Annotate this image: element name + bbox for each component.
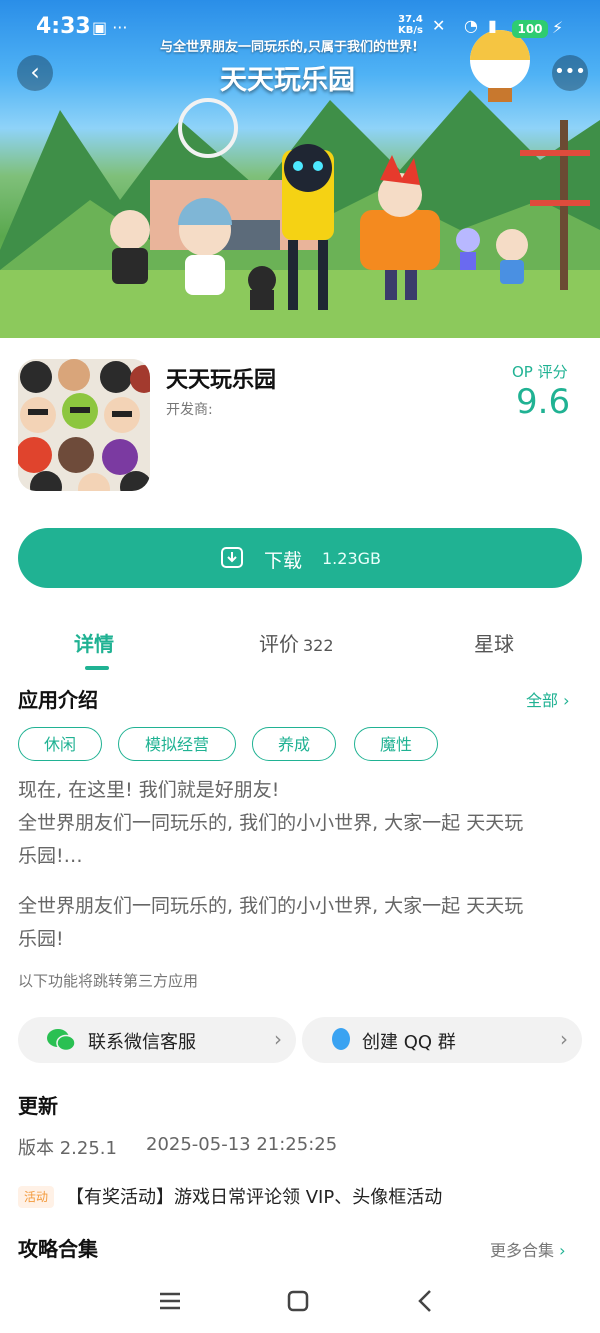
intro-title: 应用介绍 [18, 688, 98, 712]
version-number: 版本 2.25.1 [18, 1138, 117, 1159]
network-speed: 37.4 KB/s [398, 14, 423, 36]
tab-reviews[interactable]: 评价 322 [259, 628, 334, 657]
tab-planet[interactable]: 星球 [474, 628, 514, 657]
home-icon[interactable] [281, 1284, 315, 1318]
download-label: 下载 [264, 550, 303, 572]
qq-group-button[interactable]: 创建 QQ 群 › [302, 1017, 582, 1063]
third-party-hint: 以下功能将跳转第三方应用 [18, 972, 199, 990]
guides-more-link[interactable]: 更多合集 › [490, 1237, 566, 1261]
back-button[interactable]: ‹ [17, 55, 53, 91]
tag[interactable]: 休闲 [18, 727, 102, 761]
activity-link[interactable]: 【有奖活动】游戏日常评论领 VIP、头像框活动 [66, 1183, 442, 1209]
system-nav-bar [0, 1270, 600, 1333]
more-icon: ••• [554, 61, 586, 82]
banner-subtitle: 与全世界朋友一同玩乐的,只属于我们的世界! [160, 40, 418, 55]
download-size: 1.23GB [322, 549, 381, 568]
tag[interactable]: 魔性 [354, 727, 438, 761]
review-count: 322 [303, 636, 334, 655]
battery-icon: 100 [512, 20, 548, 38]
qq-group-label: 创建 QQ 群 [362, 1032, 456, 1053]
notification-icons: ▣ ··· [92, 18, 128, 37]
back-nav-icon[interactable] [409, 1284, 443, 1318]
banner-title: 天天玩乐园 [220, 65, 355, 96]
chevron-right-icon: › [274, 1027, 282, 1051]
chevron-left-icon: ‹ [30, 58, 40, 86]
update-date: 2025-05-13 21:25:25 [146, 1134, 338, 1155]
rating-label: OP 评分 [512, 363, 568, 381]
update-title: 更新 [18, 1094, 58, 1118]
tag[interactable]: 养成 [252, 727, 336, 761]
qq-icon [332, 1028, 350, 1050]
activity-badge: 活动 [18, 1186, 54, 1208]
wechat-service-button[interactable]: 联系微信客服 › [18, 1017, 296, 1063]
tab-indicator [85, 666, 109, 670]
wifi-icon: ◔ [464, 16, 478, 35]
status-time: 4:33 [36, 14, 91, 39]
tab-details[interactable]: 详情 [74, 628, 114, 657]
app-icon-art [18, 359, 150, 491]
wechat-icon [47, 1029, 76, 1052]
wechat-service-label: 联系微信客服 [88, 1032, 196, 1053]
more-options-button[interactable]: ••• [552, 55, 588, 91]
chevron-right-icon: › [563, 691, 570, 710]
intro-description[interactable]: 现在, 在这里! 我们就是好朋友! 全世界朋友们一同玩乐的, 我们的小小世界, … [18, 774, 582, 873]
app-icon [18, 359, 150, 491]
chevron-right-icon: › [559, 1241, 566, 1260]
download-icon [221, 547, 243, 568]
intro-all-link[interactable]: 全部 › [526, 687, 570, 711]
menu-icon[interactable] [153, 1284, 187, 1318]
chevron-right-icon: › [560, 1027, 568, 1051]
app-name: 天天玩乐园 [166, 368, 277, 393]
charging-icon: ⚡ [552, 18, 564, 37]
tag[interactable]: 模拟经营 [118, 727, 236, 761]
download-button[interactable]: 下载 1.23GB [18, 528, 582, 588]
intro-description-2: 全世界朋友们一同玩乐的, 我们的小小世界, 大家一起 天天玩 乐园! [18, 895, 524, 950]
guides-title: 攻略合集 [18, 1237, 98, 1261]
rating-value: 9.6 [516, 382, 571, 422]
signal-icon: ▮ [488, 16, 497, 35]
mute-icon: ✕ [432, 16, 446, 35]
developer-label: 开发商: [166, 402, 213, 418]
